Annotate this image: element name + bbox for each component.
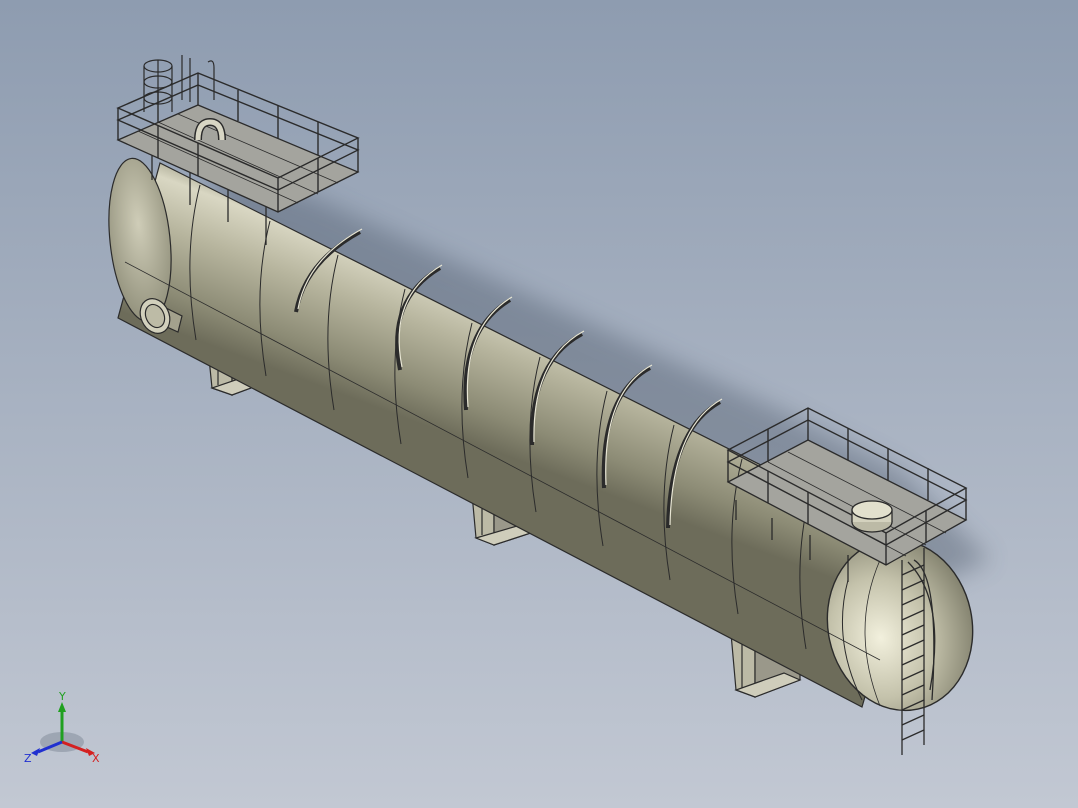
triad-y-arrow bbox=[58, 702, 66, 712]
3d-viewport[interactable]: Y X Z bbox=[0, 0, 1078, 808]
triad-z-label: Z bbox=[24, 752, 32, 765]
manway-top-right bbox=[851, 500, 893, 533]
orientation-triad[interactable]: Y X Z bbox=[22, 690, 112, 770]
triad-x-label: X bbox=[92, 752, 100, 765]
triad-y-label: Y bbox=[58, 690, 66, 703]
ladder-cage-left bbox=[143, 55, 215, 112]
vessel-model[interactable] bbox=[0, 0, 1078, 808]
vessel-shell bbox=[108, 157, 974, 712]
